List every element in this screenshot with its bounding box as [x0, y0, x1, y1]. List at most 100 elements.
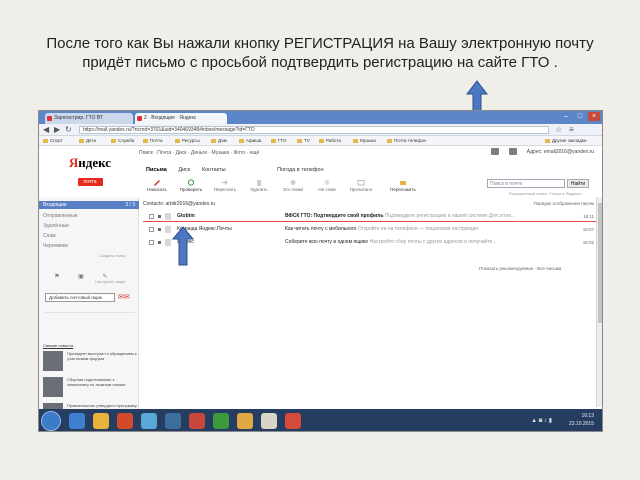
unread-dot-icon[interactable] [158, 228, 161, 231]
add-mailbox-button[interactable]: Добавить почтовый ящик [45, 293, 115, 302]
message-checkbox[interactable] [149, 227, 154, 232]
back-icon[interactable]: ◀ [43, 125, 49, 135]
paperclip-icon[interactable]: ▣ [69, 273, 93, 280]
tray-icons[interactable]: ▲ ◙ ♪ ▮ [531, 417, 552, 424]
settings-icon[interactable] [508, 148, 517, 155]
delete-button[interactable]: Удалить [243, 179, 275, 192]
folder-spam[interactable]: Спам [43, 233, 56, 239]
message-checkbox[interactable] [149, 240, 154, 245]
pencil-icon [154, 180, 160, 186]
apps-icon[interactable] [490, 148, 499, 155]
create-folder-link[interactable]: Создать папку [99, 253, 126, 258]
flag-icon[interactable]: ⚑ [45, 273, 69, 280]
news-heading[interactable]: Свежие новости [43, 343, 73, 348]
message-row[interactable]: Яндекс Соберите всю почту в одном ящике … [143, 237, 598, 248]
news-item[interactable]: Сборная подготовилась к чемпионату по лы… [43, 377, 137, 401]
news-item[interactable]: Президент выступил с обращением к участн… [43, 351, 137, 375]
picture-icon[interactable] [261, 413, 277, 429]
paint-icon[interactable] [237, 413, 253, 429]
user-email[interactable]: Адрес: email2016@yandex.ru [527, 149, 594, 155]
forward-button[interactable]: Переслать [209, 179, 241, 192]
unread-dot-icon[interactable] [158, 215, 161, 218]
windows-start-icon[interactable] [41, 411, 61, 431]
window-icon[interactable] [165, 413, 181, 429]
logo-text: Яндекс [67, 155, 113, 170]
user-area: Адрес: email2016@yandex.ru [490, 148, 594, 155]
list-order-link[interactable]: Порядок отображения писем [534, 201, 594, 206]
close-icon[interactable]: × [588, 112, 600, 121]
bookmark[interactable]: TV [297, 138, 310, 143]
maximize-icon[interactable]: □ [574, 112, 586, 121]
bookmark[interactable]: ГТО [271, 138, 286, 143]
bookmark[interactable]: Ресурсы [175, 138, 200, 143]
tab-favicon-icon [137, 116, 142, 121]
browser-tab-active[interactable]: 2 · Входящие · Яндекс [135, 113, 227, 124]
refresh-icon [187, 179, 195, 186]
message-row[interactable]: Gtobtm ВФСК ГТО: Подтвердите свой профил… [143, 211, 598, 222]
explorer-icon[interactable] [93, 413, 109, 429]
media-icon[interactable] [117, 413, 133, 429]
bookmark[interactable]: Дом [211, 138, 227, 143]
thumb-down-icon [290, 180, 296, 185]
yandex-top-menu[interactable]: Поиск · Почта · Диск · Деньги · Музыка ·… [139, 150, 259, 156]
folder-icon [545, 139, 550, 143]
folder-drafts[interactable]: Черновики [43, 243, 68, 249]
browser-icon[interactable] [285, 413, 301, 429]
wrench-icon[interactable]: ≡ [569, 125, 574, 135]
bookmark[interactable]: Служба [111, 138, 134, 143]
settings-link[interactable]: Настроить ящик [95, 279, 125, 284]
forward-icon[interactable]: ▶ [54, 125, 60, 135]
browser-tab[interactable]: Зарегистрир. ГТО ВТ [45, 113, 133, 124]
chrome-icon[interactable] [213, 413, 229, 429]
message-row[interactable]: Команда Яндекс.Почты Как читать почту с … [143, 224, 598, 235]
bookmark[interactable]: Музыка [353, 138, 376, 143]
check-mail-button[interactable]: Проверить [175, 179, 207, 192]
bookmark[interactable]: Работа [319, 138, 341, 143]
clock[interactable]: 16:13 23.10.2015 [569, 412, 594, 428]
minimize-icon[interactable]: – [560, 112, 572, 121]
spam-button[interactable]: Это спам! [277, 179, 309, 192]
tab-favicon-icon [47, 116, 52, 121]
news-photo [43, 377, 63, 397]
message-sender: Gtobtm [177, 213, 195, 219]
pdf-icon[interactable] [189, 413, 205, 429]
list-header-title[interactable]: Contacts: arbitr2016@yandex.ru [143, 201, 215, 207]
bookmark[interactable]: Почта телефон [387, 138, 426, 143]
sidebar-divider [45, 312, 135, 313]
tab-phone[interactable]: Погода в телефон [277, 167, 323, 173]
bookmark[interactable]: Дети [79, 138, 96, 143]
mail-search-input[interactable]: Поиск в почте [487, 179, 565, 188]
folder-deleted[interactable]: Удалённые [43, 223, 69, 229]
reload-icon[interactable]: ↻ [65, 125, 72, 135]
star-icon[interactable]: ☆ [555, 125, 562, 135]
app-icon[interactable] [141, 413, 157, 429]
message-checkbox[interactable] [149, 214, 154, 219]
not-spam-button[interactable]: Не спам [311, 179, 343, 192]
ie-icon[interactable] [69, 413, 85, 429]
scrollbar-thumb[interactable] [598, 203, 602, 323]
folder-icon [271, 139, 276, 143]
compose-button[interactable]: Написать [141, 179, 173, 192]
yandex-mail-logo[interactable]: Яндекс почта [67, 155, 113, 187]
search-button[interactable]: Найти [567, 179, 589, 188]
folder-inbox[interactable]: Входящие 3 / 3 [39, 201, 139, 209]
message-subject: Соберите всю почту в одном ящике [285, 239, 369, 245]
folder-sidebar: Входящие 3 / 3 Отправленные Удалённые Спа… [39, 197, 139, 431]
message-preview: Настройте сбор почты с других адресов и … [369, 239, 497, 245]
page-scrollbar[interactable] [596, 197, 602, 407]
url-input[interactable]: https://mail.yandex.ru/?ncrnd=3701&uid=3… [79, 126, 549, 134]
unread-dot-icon[interactable] [158, 241, 161, 244]
bookmark-other[interactable]: Другие закладки [545, 138, 586, 143]
mark-read-button[interactable]: Прочитано [345, 179, 377, 192]
folder-sent[interactable]: Отправленные [43, 213, 78, 219]
list-footnote[interactable]: Показать рекомендуемые · Все письма [479, 266, 561, 271]
bookmark[interactable]: Спорт [43, 138, 63, 143]
mail-service-icons[interactable]: ✉✉ [118, 293, 130, 302]
move-button[interactable]: Переложить [381, 179, 425, 192]
search-options[interactable]: Расширенный поиск · Поиск в Яндексе [509, 191, 581, 196]
bookmark[interactable]: Почта [143, 138, 163, 143]
tab-disk[interactable]: Диск [178, 167, 190, 173]
tab-letters[interactable]: Письма [146, 167, 167, 173]
tab-contacts[interactable]: Контакты [202, 167, 226, 173]
bookmark[interactable]: Афиша [239, 138, 261, 143]
